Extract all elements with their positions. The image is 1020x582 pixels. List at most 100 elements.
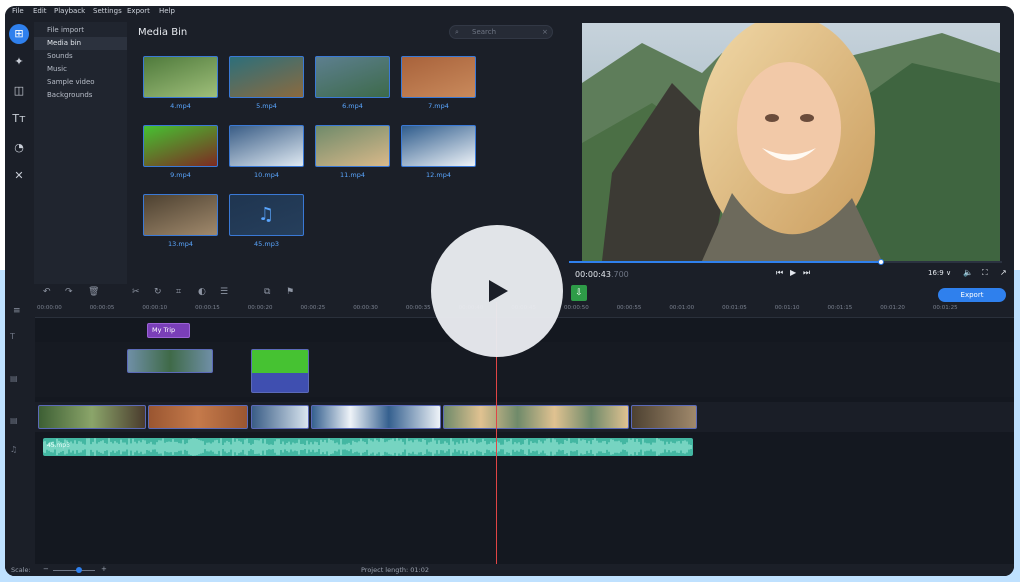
media-thumbnail-label: 4.mp4 bbox=[170, 102, 191, 110]
crop-icon[interactable]: ⌗ bbox=[176, 287, 181, 297]
preview-scrubber[interactable] bbox=[569, 259, 1002, 265]
video-clip-1[interactable] bbox=[38, 405, 146, 429]
ruler-tick-label: 00:01:20 bbox=[880, 305, 905, 311]
magic-wand-icon[interactable]: ✦ bbox=[9, 52, 29, 72]
fullscreen-icon[interactable]: ⛶ bbox=[982, 268, 988, 278]
export-button[interactable]: Export bbox=[938, 288, 1006, 302]
title-clip[interactable]: My Trip bbox=[147, 323, 190, 338]
media-thumbnail[interactable] bbox=[401, 125, 476, 167]
ruler-tick-label: 00:01:00 bbox=[669, 305, 695, 311]
import-icon[interactable]: ⊞ bbox=[9, 24, 29, 44]
video-clip-6[interactable] bbox=[631, 405, 697, 429]
subnav-sounds[interactable]: Sounds bbox=[34, 50, 127, 63]
subnav-music[interactable]: Music bbox=[34, 63, 127, 76]
music-note-icon: ♫ bbox=[258, 204, 275, 225]
media-thumbnail[interactable] bbox=[315, 56, 390, 98]
stickers-icon[interactable]: ◔ bbox=[9, 138, 29, 158]
menu-edit[interactable]: Edit bbox=[33, 7, 47, 15]
search-input[interactable]: ⌕ Search × bbox=[449, 25, 553, 39]
zoom-in-icon[interactable]: + bbox=[101, 565, 107, 573]
overlay-clip-lake[interactable] bbox=[127, 349, 213, 373]
project-length: Project length: 01:02 bbox=[361, 566, 430, 574]
current-time: 00:00:43.700 bbox=[575, 270, 629, 279]
video-clip-3[interactable] bbox=[251, 405, 309, 429]
audio-clip[interactable]: 45.mp3 bbox=[42, 438, 693, 456]
ruler-tick-label: 00:00:30 bbox=[353, 305, 378, 311]
ruler-tick-label: 00:01:15 bbox=[827, 305, 853, 311]
media-thumbnail[interactable]: ♫ bbox=[229, 194, 304, 236]
overlay-clip-greenscreen[interactable] bbox=[251, 349, 309, 393]
insert-media-icon[interactable]: ⧉ bbox=[264, 287, 270, 297]
media-thumbnail[interactable] bbox=[229, 125, 304, 167]
ruler-tick-label: 00:00:10 bbox=[142, 305, 168, 311]
scale-slider[interactable] bbox=[53, 570, 95, 571]
ruler-tick-label: 00:01:25 bbox=[932, 305, 958, 311]
scale-slider-handle[interactable] bbox=[76, 567, 82, 573]
subnav-backgrounds[interactable]: Backgrounds bbox=[34, 89, 127, 102]
media-thumbnail[interactable] bbox=[143, 56, 218, 98]
menu-export[interactable]: Export bbox=[127, 7, 150, 15]
subnav-file-import[interactable]: File import bbox=[34, 24, 127, 37]
delete-icon[interactable]: 🗑 bbox=[88, 287, 99, 297]
subnav-media-bin[interactable]: Media bin bbox=[34, 37, 127, 50]
detach-player-icon[interactable]: ↗ bbox=[1000, 268, 1007, 277]
player-panel: 00:00:43.700 ⏮ ▶ ⏭ 16:9 ∨ 🔈 ⛶ ↗ bbox=[567, 18, 1014, 284]
play-icon[interactable]: ▶ bbox=[790, 268, 796, 277]
video-play-overlay-button[interactable] bbox=[431, 225, 563, 357]
redo-icon[interactable]: ↷ bbox=[65, 287, 73, 297]
title-clip-label: My Trip bbox=[152, 326, 176, 334]
ruler-tick-label: 00:00:15 bbox=[195, 305, 220, 311]
more-tools-icon[interactable]: ✕ bbox=[9, 166, 29, 186]
aspect-ratio-select[interactable]: 16:9 ∨ bbox=[928, 269, 951, 277]
video-track bbox=[35, 402, 1014, 432]
subnav-sample-video[interactable]: Sample video bbox=[34, 76, 127, 89]
media-thumbnail[interactable] bbox=[401, 56, 476, 98]
color-adjust-icon[interactable]: ◐ bbox=[198, 287, 206, 297]
video-clip-4[interactable] bbox=[311, 405, 441, 429]
menu-settings[interactable]: Settings bbox=[93, 7, 122, 15]
video-clip-2[interactable] bbox=[148, 405, 248, 429]
media-thumbnail-label: 6.mp4 bbox=[342, 102, 363, 110]
clip-properties-icon[interactable]: ☰ bbox=[220, 287, 228, 297]
add-track-icon[interactable]: ≡ bbox=[13, 306, 21, 316]
audio-clip-label: 45.mp3 bbox=[47, 442, 71, 449]
search-icon: ⌕ bbox=[455, 28, 459, 36]
menu-help[interactable]: Help bbox=[159, 7, 175, 15]
media-thumbnail-label: 12.mp4 bbox=[426, 171, 451, 179]
volume-icon[interactable]: 🔈 bbox=[963, 268, 973, 277]
scrubber-handle[interactable] bbox=[877, 259, 884, 265]
download-icon[interactable]: ⇩ bbox=[571, 285, 587, 301]
overlay-track-icon: ▤ bbox=[10, 374, 18, 383]
next-frame-icon[interactable]: ⏭ bbox=[803, 268, 810, 278]
titles-icon[interactable]: Tт bbox=[9, 109, 29, 129]
media-thumbnail-label: 13.mp4 bbox=[168, 240, 193, 248]
ruler-tick-label: 00:00:05 bbox=[89, 305, 115, 311]
media-thumbnail[interactable] bbox=[143, 125, 218, 167]
audio-waveform bbox=[42, 438, 692, 456]
tool-sidebar: ⊞ ✦ ◫ Tт ◔ ✕ bbox=[5, 18, 33, 284]
menu-file[interactable]: File bbox=[12, 7, 24, 15]
previous-frame-icon[interactable]: ⏮ bbox=[776, 268, 783, 278]
video-preview bbox=[582, 23, 1000, 261]
ruler-tick-label: 00:01:05 bbox=[722, 305, 747, 311]
media-thumbnail-label: 45.mp3 bbox=[254, 240, 279, 248]
ruler-tick-label: 00:00:35 bbox=[405, 305, 431, 311]
audio-track-icon: ♫ bbox=[10, 445, 18, 454]
marker-icon[interactable]: ⚑ bbox=[286, 287, 294, 297]
media-thumbnail[interactable] bbox=[229, 56, 304, 98]
search-placeholder: Search bbox=[472, 28, 497, 36]
video-clip-5[interactable] bbox=[443, 405, 629, 429]
media-thumbnail-label: 7.mp4 bbox=[428, 102, 449, 110]
ruler-tick-label: 00:00:00 bbox=[37, 305, 62, 311]
ruler-tick-label: 00:01:10 bbox=[774, 305, 800, 311]
zoom-out-icon[interactable]: − bbox=[43, 565, 49, 573]
ruler-tick-label: 00:00:55 bbox=[616, 305, 642, 311]
filters-icon[interactable]: ◫ bbox=[9, 81, 29, 101]
media-thumbnail[interactable] bbox=[143, 194, 218, 236]
undo-icon[interactable]: ↶ bbox=[43, 287, 51, 297]
menu-playback[interactable]: Playback bbox=[54, 7, 85, 15]
clear-search-icon[interactable]: × bbox=[542, 28, 548, 36]
cut-icon[interactable]: ✂ bbox=[132, 287, 140, 297]
rotate-icon[interactable]: ↻ bbox=[154, 287, 162, 297]
media-thumbnail[interactable] bbox=[315, 125, 390, 167]
